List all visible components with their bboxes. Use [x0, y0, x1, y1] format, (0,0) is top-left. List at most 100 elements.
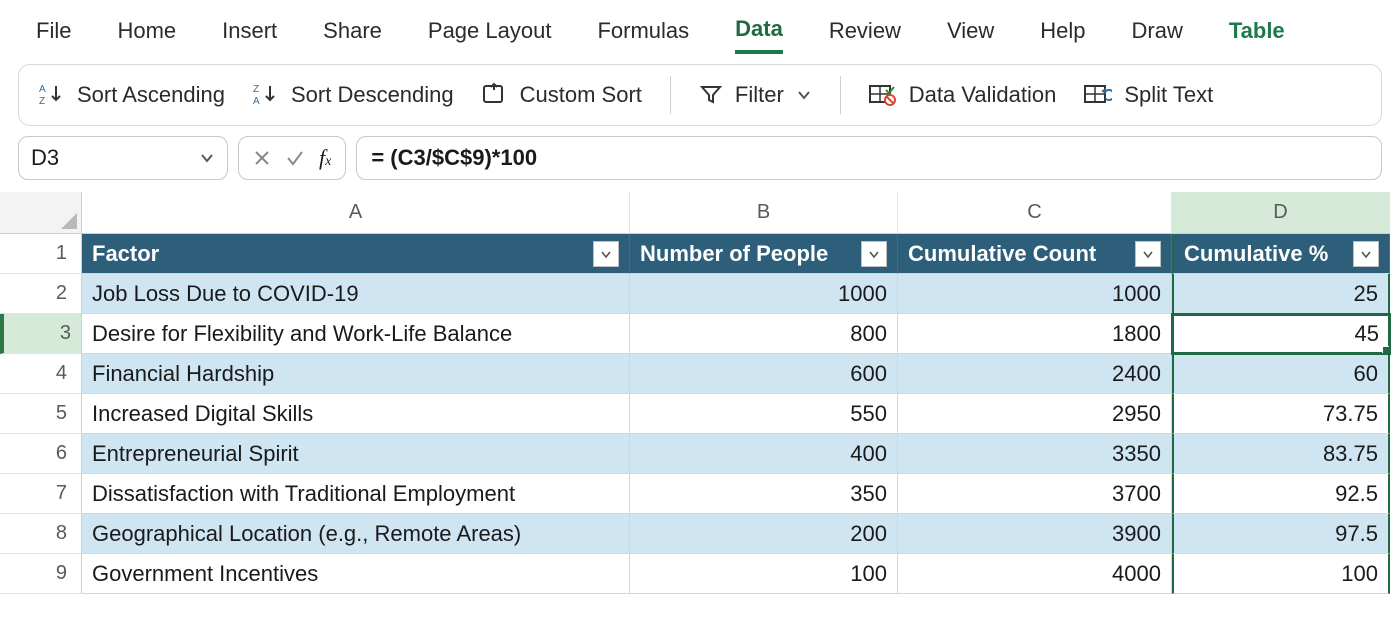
cell[interactable]: 550 — [630, 394, 898, 434]
col-header-d[interactable]: D — [1172, 192, 1390, 234]
header-num-people[interactable]: Number of People — [630, 234, 898, 274]
cell[interactable]: Dissatisfaction with Traditional Employm… — [82, 474, 630, 514]
formula-input[interactable]: = (C3/$C$9)*100 — [356, 136, 1382, 180]
tab-draw[interactable]: Draw — [1132, 14, 1183, 52]
filter-dropdown-icon[interactable] — [861, 241, 887, 267]
cell[interactable]: 4000 — [898, 554, 1172, 594]
tab-review[interactable]: Review — [829, 14, 901, 52]
cell[interactable]: Geographical Location (e.g., Remote Area… — [82, 514, 630, 554]
split-text-icon — [1084, 83, 1112, 107]
sort-ascending-button[interactable]: AZ Sort Ascending — [39, 82, 225, 108]
tab-data[interactable]: Data — [735, 12, 783, 54]
filter-button[interactable]: Filter — [699, 82, 812, 108]
cell[interactable]: 97.5 — [1172, 514, 1390, 554]
filter-dropdown-icon[interactable] — [1353, 241, 1379, 267]
cell[interactable]: 1000 — [630, 274, 898, 314]
cell[interactable]: Financial Hardship — [82, 354, 630, 394]
filter-dropdown-icon[interactable] — [593, 241, 619, 267]
fx-icon[interactable]: fx — [319, 145, 331, 171]
custom-sort-label: Custom Sort — [520, 82, 642, 108]
cell[interactable]: 100 — [630, 554, 898, 594]
split-text-button[interactable]: Split Text — [1084, 82, 1213, 108]
cell[interactable]: 3700 — [898, 474, 1172, 514]
header-cum-count[interactable]: Cumulative Count — [898, 234, 1172, 274]
col-header-b[interactable]: B — [630, 192, 898, 234]
table-row: Job Loss Due to COVID-19 1000 1000 25 — [82, 274, 1400, 314]
split-text-label: Split Text — [1124, 82, 1213, 108]
tab-table[interactable]: Table — [1229, 14, 1285, 52]
cell[interactable]: 73.75 — [1172, 394, 1390, 434]
row-header-6[interactable]: 6 — [0, 434, 82, 474]
cell[interactable]: 200 — [630, 514, 898, 554]
header-factor[interactable]: Factor — [82, 234, 630, 274]
cell[interactable]: 600 — [630, 354, 898, 394]
col-header-c[interactable]: C — [898, 192, 1172, 234]
cell[interactable]: 2400 — [898, 354, 1172, 394]
sort-desc-label: Sort Descending — [291, 82, 454, 108]
tab-insert[interactable]: Insert — [222, 14, 277, 52]
row-header-4[interactable]: 4 — [0, 354, 82, 394]
sort-desc-icon: ZA — [253, 82, 279, 108]
cell[interactable]: Job Loss Due to COVID-19 — [82, 274, 630, 314]
cell[interactable]: 60 — [1172, 354, 1390, 394]
select-all-corner[interactable] — [0, 192, 82, 234]
cell[interactable]: 800 — [630, 314, 898, 354]
filter-dropdown-icon[interactable] — [1135, 241, 1161, 267]
row-header-7[interactable]: 7 — [0, 474, 82, 514]
col-header-a[interactable]: A — [82, 192, 630, 234]
data-validation-button[interactable]: Data Validation — [869, 82, 1057, 108]
ribbon-toolbar: AZ Sort Ascending ZA Sort Descending Cus… — [18, 64, 1382, 126]
cell[interactable]: 3900 — [898, 514, 1172, 554]
cell[interactable]: Entrepreneurial Spirit — [82, 434, 630, 474]
cell[interactable]: 400 — [630, 434, 898, 474]
header-cum-pct-label: Cumulative % — [1184, 241, 1328, 267]
tab-file[interactable]: File — [36, 14, 71, 52]
row-header-1[interactable]: 1 — [0, 234, 82, 274]
custom-sort-icon — [482, 82, 508, 108]
cell[interactable]: 83.75 — [1172, 434, 1390, 474]
data-validation-icon — [869, 83, 897, 107]
cell[interactable]: 1800 — [898, 314, 1172, 354]
column-headers: A B C D — [82, 192, 1400, 234]
custom-sort-button[interactable]: Custom Sort — [482, 82, 642, 108]
row-header-5[interactable]: 5 — [0, 394, 82, 434]
accept-icon[interactable] — [285, 149, 305, 167]
row-header-9[interactable]: 9 — [0, 554, 82, 594]
table-row: Geographical Location (e.g., Remote Area… — [82, 514, 1400, 554]
filter-icon — [699, 83, 723, 107]
cell[interactable]: 92.5 — [1172, 474, 1390, 514]
svg-text:A: A — [253, 96, 260, 107]
tab-help[interactable]: Help — [1040, 14, 1085, 52]
header-cum-pct[interactable]: Cumulative % — [1172, 234, 1390, 274]
table-header-row: Factor Number of People Cumulative Count… — [82, 234, 1400, 274]
sort-descending-button[interactable]: ZA Sort Descending — [253, 82, 454, 108]
sort-asc-label: Sort Ascending — [77, 82, 225, 108]
tab-formulas[interactable]: Formulas — [597, 14, 689, 52]
tab-view[interactable]: View — [947, 14, 994, 52]
cell[interactable]: 350 — [630, 474, 898, 514]
cell[interactable]: 25 — [1172, 274, 1390, 314]
table-row: Financial Hardship 600 2400 60 — [82, 354, 1400, 394]
separator — [670, 76, 671, 114]
cell[interactable]: 2950 — [898, 394, 1172, 434]
svg-text:A: A — [39, 84, 46, 95]
tab-share[interactable]: Share — [323, 14, 382, 52]
name-box[interactable]: D3 — [18, 136, 228, 180]
data-validation-label: Data Validation — [909, 82, 1057, 108]
cell-grid: Factor Number of People Cumulative Count… — [82, 234, 1400, 594]
tab-page-layout[interactable]: Page Layout — [428, 14, 552, 52]
row-header-2[interactable]: 2 — [0, 274, 82, 314]
row-header-3[interactable]: 3 — [0, 314, 82, 354]
cell[interactable]: 1000 — [898, 274, 1172, 314]
tab-home[interactable]: Home — [117, 14, 176, 52]
cell[interactable]: 100 — [1172, 554, 1390, 594]
sort-asc-icon: AZ — [39, 82, 65, 108]
cell[interactable]: Increased Digital Skills — [82, 394, 630, 434]
cancel-icon[interactable] — [253, 149, 271, 167]
cell[interactable]: Government Incentives — [82, 554, 630, 594]
cell[interactable]: Desire for Flexibility and Work-Life Bal… — [82, 314, 630, 354]
formula-bar-row: D3 fx = (C3/$C$9)*100 — [0, 134, 1400, 186]
row-header-8[interactable]: 8 — [0, 514, 82, 554]
selected-cell[interactable]: 45 — [1172, 314, 1390, 354]
cell[interactable]: 3350 — [898, 434, 1172, 474]
